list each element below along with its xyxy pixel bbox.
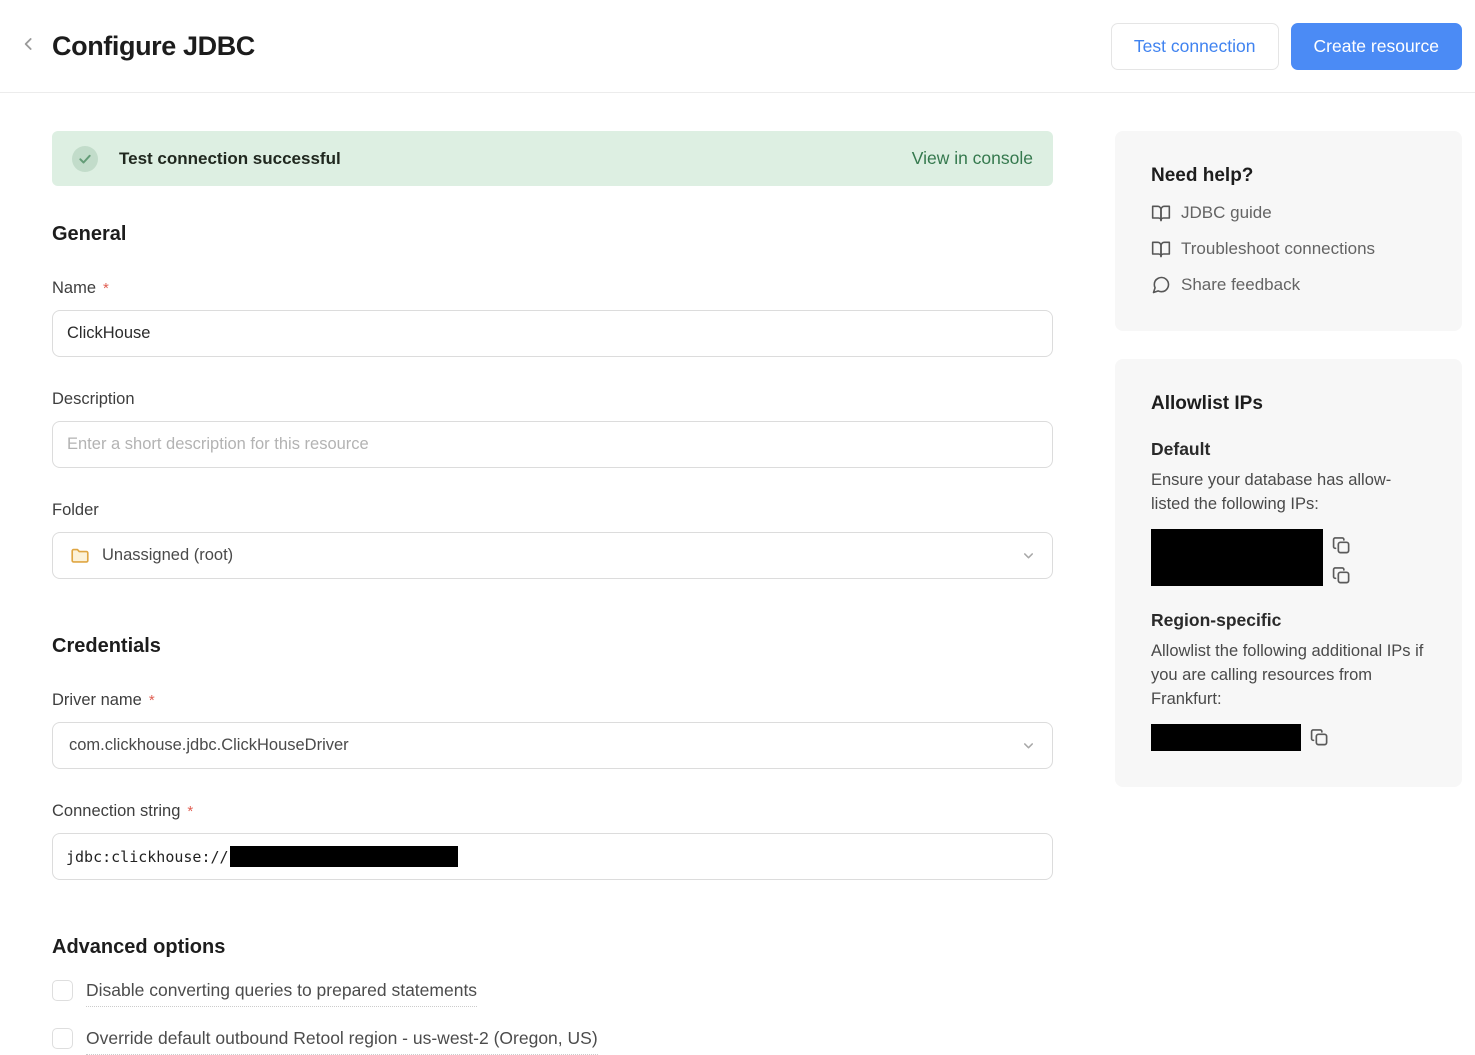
page-title: Configure JDBC	[52, 31, 255, 62]
region-ips-block	[1151, 724, 1426, 751]
override-region-label[interactable]: Override default outbound Retool region …	[86, 1028, 598, 1055]
advanced-options-heading: Advanced options	[52, 936, 1053, 959]
name-label: Name *	[52, 279, 1053, 298]
connection-string-prefix: jdbc:clickhouse://	[66, 848, 229, 866]
option-row-prepared-statements: Disable converting queries to prepared s…	[52, 980, 1053, 1007]
required-asterisk: *	[187, 802, 193, 820]
chevron-down-icon	[1021, 738, 1036, 753]
override-region-checkbox[interactable]	[52, 1028, 73, 1049]
help-link-label: Share feedback	[1181, 275, 1300, 295]
create-resource-button[interactable]: Create resource	[1291, 23, 1462, 70]
chevron-left-icon	[19, 34, 39, 59]
driver-name-label: Driver name *	[52, 691, 1053, 710]
copy-icon[interactable]	[1332, 536, 1351, 555]
view-in-console-link[interactable]: View in console	[912, 148, 1033, 169]
copy-icon[interactable]	[1332, 566, 1351, 585]
page-header: Configure JDBC Test connection Create re…	[0, 0, 1475, 93]
back-button[interactable]	[16, 33, 42, 59]
chevron-down-icon	[1021, 548, 1036, 563]
folder-icon	[69, 545, 91, 567]
jdbc-guide-link[interactable]: JDBC guide	[1151, 203, 1426, 223]
need-help-card: Need help? JDBC guide Troubleshoot conne…	[1115, 131, 1462, 331]
region-specific-description: Allowlist the following additional IPs i…	[1151, 639, 1426, 711]
help-link-label: JDBC guide	[1181, 203, 1272, 223]
page-content: Test connection successful View in conso…	[0, 93, 1475, 1055]
description-input[interactable]	[52, 421, 1053, 468]
connection-string-input[interactable]: jdbc:clickhouse://	[52, 833, 1053, 880]
help-link-label: Troubleshoot connections	[1181, 239, 1375, 259]
description-label: Description	[52, 390, 1053, 409]
message-bubble-icon	[1151, 275, 1171, 295]
allowlist-ips-card: Allowlist IPs Default Ensure your databa…	[1115, 359, 1462, 787]
default-ips-description: Ensure your database has allow-listed th…	[1151, 468, 1426, 516]
redacted-connection-string	[230, 846, 458, 867]
prepared-statements-checkbox[interactable]	[52, 980, 73, 1001]
region-specific-heading: Region-specific	[1151, 610, 1426, 631]
connection-string-label: Connection string *	[52, 802, 1053, 821]
name-input[interactable]	[52, 310, 1053, 357]
book-open-icon	[1151, 203, 1171, 223]
need-help-heading: Need help?	[1151, 165, 1426, 187]
check-icon	[72, 146, 98, 172]
sidebar: Need help? JDBC guide Troubleshoot conne…	[1115, 131, 1462, 1055]
required-asterisk: *	[103, 279, 109, 297]
redacted-default-ips	[1151, 529, 1323, 586]
redacted-region-ips	[1151, 724, 1301, 751]
prepared-statements-label[interactable]: Disable converting queries to prepared s…	[86, 980, 477, 1007]
driver-name-value: com.clickhouse.jdbc.ClickHouseDriver	[69, 736, 349, 755]
general-section-heading: General	[52, 223, 1053, 246]
copy-icon[interactable]	[1310, 724, 1329, 747]
troubleshoot-connections-link[interactable]: Troubleshoot connections	[1151, 239, 1426, 259]
default-ips-heading: Default	[1151, 439, 1426, 460]
driver-name-select[interactable]: com.clickhouse.jdbc.ClickHouseDriver	[52, 722, 1053, 769]
folder-value: Unassigned (root)	[102, 546, 233, 565]
folder-label: Folder	[52, 501, 1053, 520]
required-asterisk: *	[149, 691, 155, 709]
option-row-override-region: Override default outbound Retool region …	[52, 1028, 1053, 1055]
test-connection-button[interactable]: Test connection	[1111, 23, 1279, 70]
share-feedback-link[interactable]: Share feedback	[1151, 275, 1426, 295]
form-column: Test connection successful View in conso…	[52, 131, 1053, 1055]
default-ips-block	[1151, 529, 1426, 586]
allowlist-ips-heading: Allowlist IPs	[1151, 393, 1426, 415]
credentials-section-heading: Credentials	[52, 635, 1053, 658]
folder-select[interactable]: Unassigned (root)	[52, 532, 1053, 579]
banner-message: Test connection successful	[119, 149, 341, 169]
success-banner: Test connection successful View in conso…	[52, 131, 1053, 186]
book-open-icon	[1151, 239, 1171, 259]
